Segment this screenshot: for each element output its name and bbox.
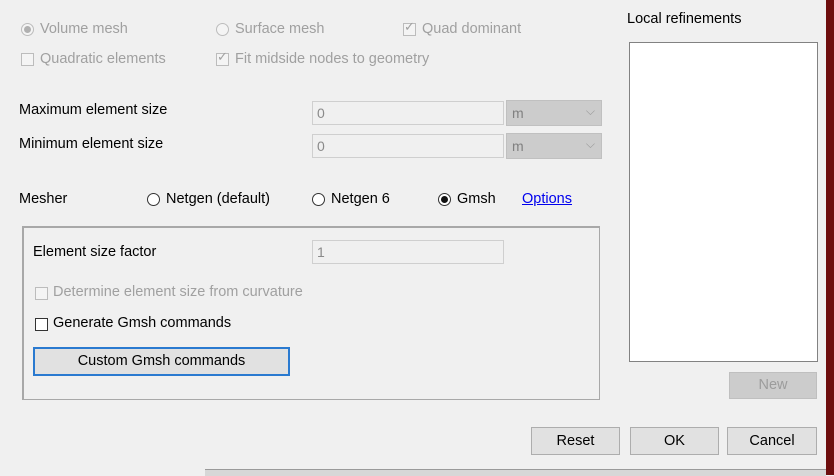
min-size-unit-select[interactable]: m ⌵ bbox=[506, 133, 602, 159]
min-size-label: Minimum element size bbox=[19, 136, 164, 152]
new-refinement-button[interactable]: New bbox=[729, 372, 817, 399]
surface-mesh-label: Surface mesh bbox=[235, 21, 325, 37]
fit-midside-checkbox[interactable]: ✓ bbox=[216, 49, 229, 66]
surface-mesh-radio[interactable] bbox=[216, 23, 229, 36]
chevron-down-icon: ⌵ bbox=[585, 137, 595, 151]
netgen-default-radio[interactable] bbox=[147, 193, 160, 206]
local-refinements-title: Local refinements bbox=[627, 11, 742, 27]
max-size-input[interactable]: 0 bbox=[312, 101, 504, 125]
ok-button[interactable]: OK bbox=[630, 427, 719, 455]
quadratic-elements-checkbox[interactable] bbox=[21, 53, 34, 66]
custom-gmsh-commands-button[interactable]: Custom Gmsh commands bbox=[33, 347, 290, 376]
cancel-button[interactable]: Cancel bbox=[727, 427, 817, 455]
netgen6-radio[interactable] bbox=[312, 193, 325, 206]
quadratic-elements-label: Quadratic elements bbox=[40, 51, 166, 67]
size-factor-label: Element size factor bbox=[33, 244, 157, 260]
min-size-unit-value: m bbox=[512, 138, 524, 154]
max-size-unit-value: m bbox=[512, 105, 524, 121]
mesher-label: Mesher bbox=[19, 191, 68, 207]
quad-dominant-label: Quad dominant bbox=[422, 21, 522, 37]
quad-dominant-checkbox[interactable]: ✓ bbox=[403, 19, 416, 36]
options-link[interactable]: Options bbox=[522, 191, 572, 207]
volume-mesh-radio[interactable] bbox=[21, 23, 34, 36]
max-size-label: Maximum element size bbox=[19, 102, 168, 118]
curvature-label: Determine element size from curvature bbox=[53, 284, 303, 300]
netgen-default-label: Netgen (default) bbox=[166, 191, 270, 207]
netgen6-label: Netgen 6 bbox=[331, 191, 390, 207]
generate-gmsh-label: Generate Gmsh commands bbox=[53, 315, 232, 331]
gmsh-label: Gmsh bbox=[457, 191, 496, 207]
reset-button[interactable]: Reset bbox=[531, 427, 620, 455]
checkmark-icon: ✓ bbox=[217, 49, 228, 64]
volume-mesh-label: Volume mesh bbox=[40, 21, 128, 37]
generate-gmsh-checkbox[interactable] bbox=[35, 318, 48, 331]
checkmark-icon: ✓ bbox=[404, 19, 415, 34]
chevron-down-icon: ⌵ bbox=[585, 104, 595, 118]
min-size-input[interactable]: 0 bbox=[312, 134, 504, 158]
local-refinements-list[interactable] bbox=[629, 42, 818, 362]
gmsh-radio[interactable] bbox=[438, 193, 451, 206]
max-size-unit-select[interactable]: m ⌵ bbox=[506, 100, 602, 126]
size-factor-input[interactable]: 1 bbox=[312, 240, 504, 264]
curvature-checkbox[interactable] bbox=[35, 287, 48, 300]
background-window-edge bbox=[826, 0, 834, 475]
fit-midside-label: Fit midside nodes to geometry bbox=[235, 51, 430, 67]
